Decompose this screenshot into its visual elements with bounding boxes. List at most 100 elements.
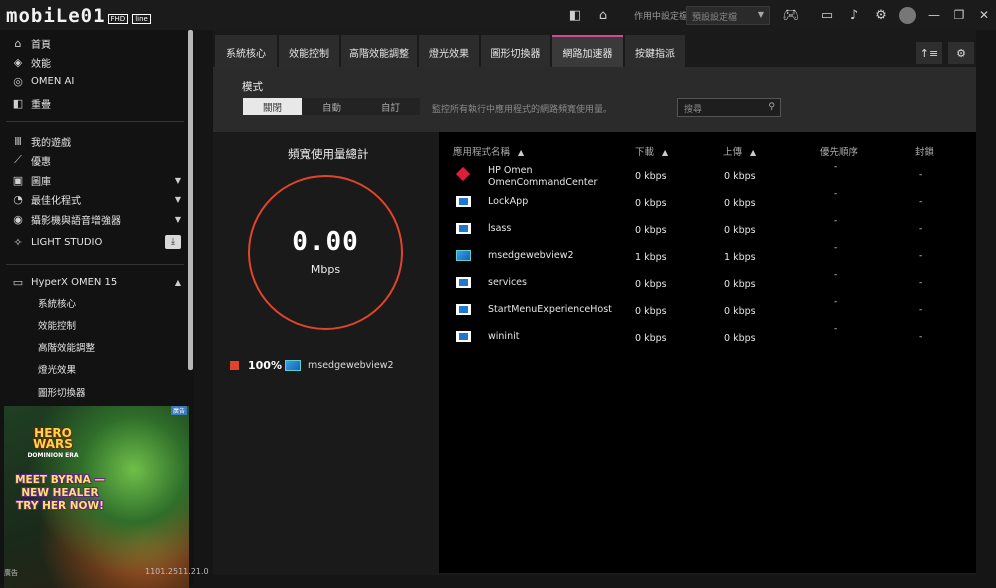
footer-ad-label: 廣告 <box>4 569 18 577</box>
chevron-down-icon: ▼ <box>174 194 181 204</box>
edge-app-icon <box>285 360 301 371</box>
restore-icon[interactable]: ❐ <box>951 7 967 23</box>
block-value[interactable]: - <box>919 224 922 234</box>
sidebar-scrollbar[interactable] <box>188 30 193 370</box>
block-value[interactable]: - <box>919 278 922 288</box>
priority-value[interactable]: - <box>834 162 837 172</box>
tab-network-booster[interactable]: 網路加速器 <box>552 35 623 67</box>
sidebar-item-offers[interactable]: ⟋ 優惠 <box>0 151 186 169</box>
sidebar-item-camera[interactable]: ◉ 攝影機與語音增強器 ▼ <box>0 210 186 228</box>
block-value[interactable]: - <box>919 251 922 261</box>
priority-value[interactable]: - <box>834 270 837 280</box>
sidebar-item-overlay[interactable]: ◧ 重疊 <box>0 94 186 112</box>
mode-panel: 模式 關閉 自動 自訂 監控所有執行中應用程式的網路頻寬使用量。 搜尋 ⚲ <box>213 67 976 132</box>
search-placeholder: 搜尋 <box>684 105 703 115</box>
bandwidth-gauge: 0.00 Mbps <box>248 175 403 330</box>
sidebar-item-omen-ai[interactable]: ◎ OMEN AI <box>0 72 186 90</box>
bandwidth-title: 頻寬使用量總計 <box>288 147 369 161</box>
ad-badge: 廣告 <box>170 406 187 415</box>
title-bar: mobiLe01 FHD line ◧ ⌂ 作用中設定檔 預設設定檔 ▼ 🎮︎ … <box>0 0 996 30</box>
win-app-icon <box>456 331 471 342</box>
download-rate: 0 kbps <box>635 225 667 236</box>
table-row[interactable]: services 0 kbps 0 kbps - - <box>439 270 976 297</box>
priority-value[interactable]: - <box>834 324 837 334</box>
sidebar-item-label: OMEN AI <box>31 75 75 87</box>
app-name: LockApp <box>488 196 529 207</box>
sidebar-item-optimizer[interactable]: ◔ 最佳化程式 ▼ <box>0 190 186 208</box>
sidebar-sub-system-core[interactable]: 系統核心 <box>38 296 76 310</box>
block-value[interactable]: - <box>919 197 922 207</box>
app-name: lsass <box>488 223 512 234</box>
sidebar-sub-advanced-tuning[interactable]: 高階效能調整 <box>38 340 95 354</box>
app-table: 應用程式名稱 ▲ 下載 ▲ 上傳 ▲ 優先順序 封鎖 HP Omen OmenComma… <box>439 132 976 573</box>
laptop-icon: ▭ <box>12 275 24 289</box>
download-rate: 1 kbps <box>635 252 667 263</box>
mode-option-off[interactable]: 關閉 <box>243 98 302 115</box>
ad-banner[interactable]: 廣告 HERO WARS DOMINION ERA MEET BYRNA — N… <box>4 406 189 588</box>
table-row[interactable]: StartMenuExperienceHost 0 kbps 0 kbps - - <box>439 297 976 324</box>
sidebar-item-home[interactable]: ⌂ 首頁 <box>0 34 186 52</box>
profile-value: 預設設定檔 <box>692 13 738 23</box>
download-rate: 0 kbps <box>635 171 667 182</box>
block-value[interactable]: - <box>919 305 922 315</box>
minimize-icon[interactable]: — <box>926 7 942 23</box>
overlay-icon[interactable]: ◧ <box>567 7 583 23</box>
legend-app-name: msedgewebview2 <box>308 360 394 371</box>
sidebar-item-light-studio[interactable]: ✧ LIGHT STUDIO <box>0 233 186 251</box>
profile-select[interactable]: 預設設定檔 ▼ <box>686 6 770 25</box>
sidebar-sub-performance-control[interactable]: 效能控制 <box>38 318 76 332</box>
table-row[interactable]: lsass 0 kbps 0 kbps - - <box>439 216 976 243</box>
priority-value[interactable]: - <box>834 189 837 199</box>
priority-value[interactable]: - <box>834 243 837 253</box>
gamepad-icon[interactable]: 🎮︎ <box>781 7 801 23</box>
mode-option-custom[interactable]: 自訂 <box>361 98 420 115</box>
sidebar-sub-graphics-switcher[interactable]: 圖形切換器 <box>38 385 86 399</box>
block-value[interactable]: - <box>919 170 922 180</box>
sidebar-item-device[interactable]: ▭ HyperX OMEN 15 ▲ <box>0 273 186 291</box>
table-row[interactable]: LockApp 0 kbps 0 kbps - - <box>439 189 976 216</box>
table-row[interactable]: wininit 0 kbps 0 kbps - - <box>439 324 976 351</box>
sidebar-divider <box>6 264 184 265</box>
sidebar-sub-lighting[interactable]: 燈光效果 <box>38 362 76 376</box>
priority-value[interactable]: - <box>834 297 837 307</box>
tab-system-core[interactable]: 系統核心 <box>215 35 277 67</box>
home-icon[interactable]: ⌂ <box>595 7 611 23</box>
table-row[interactable]: msedgewebview2 1 kbps 1 kbps - - <box>439 243 976 270</box>
win-app-icon <box>456 196 471 207</box>
bell-icon[interactable]: ♪ <box>846 7 862 23</box>
table-row[interactable]: HP Omen OmenCommandCenter 0 kbps 0 kbps - - <box>439 162 976 189</box>
upload-rate: 0 kbps <box>724 279 756 290</box>
download-icon[interactable]: ⤓ <box>165 235 181 249</box>
tab-advanced-tuning[interactable]: 高階效能調整 <box>341 35 417 67</box>
search-icon: ⚲ <box>768 102 775 112</box>
download-rate: 0 kbps <box>635 279 667 290</box>
logo-badge: FHD <box>107 14 129 24</box>
tab-graphics-switcher[interactable]: 圖形切換器 <box>481 35 550 67</box>
win-app-icon <box>456 304 471 315</box>
tab-key-assignment[interactable]: 按鍵指派 <box>625 35 685 67</box>
sort-icon[interactable]: ↑≡ <box>916 42 942 64</box>
gear-icon[interactable]: ⚙ <box>873 7 889 23</box>
ai-icon: ◎ <box>13 74 23 88</box>
sidebar-item-gallery[interactable]: ▣ 圖庫 ▼ <box>0 171 186 189</box>
column-header-download[interactable]: 下載 ▲ <box>635 144 668 158</box>
column-header-upload[interactable]: 上傳 ▲ <box>723 144 756 158</box>
search-input[interactable]: 搜尋 ⚲ <box>677 98 781 117</box>
upload-rate: 0 kbps <box>724 333 756 344</box>
main-panel: 系統核心 效能控制 高階效能調整 燈光效果 圖形切換器 網路加速器 按鍵指派 ↑… <box>213 30 976 575</box>
close-icon[interactable]: ✕ <box>976 7 992 23</box>
bandwidth-unit: Mbps <box>310 263 341 276</box>
sidebar-item-my-games[interactable]: Ⅲ 我的遊戲 <box>0 132 186 150</box>
priority-value[interactable]: - <box>834 216 837 226</box>
tab-lighting[interactable]: 燈光效果 <box>419 35 479 67</box>
sort-up-icon: ▲ <box>518 148 525 157</box>
column-header-app[interactable]: 應用程式名稱 ▲ <box>453 144 524 158</box>
tab-performance-control[interactable]: 效能控制 <box>279 35 339 67</box>
sidebar-item-performance[interactable]: ◈ 效能 <box>0 53 186 71</box>
offers-icon: ⟋ <box>14 153 22 166</box>
monitor-icon[interactable]: ▭ <box>819 7 835 23</box>
avatar[interactable] <box>899 7 916 24</box>
block-value[interactable]: - <box>919 332 922 342</box>
mode-option-auto[interactable]: 自動 <box>302 98 361 115</box>
gear-icon[interactable]: ⚙ <box>948 42 974 64</box>
